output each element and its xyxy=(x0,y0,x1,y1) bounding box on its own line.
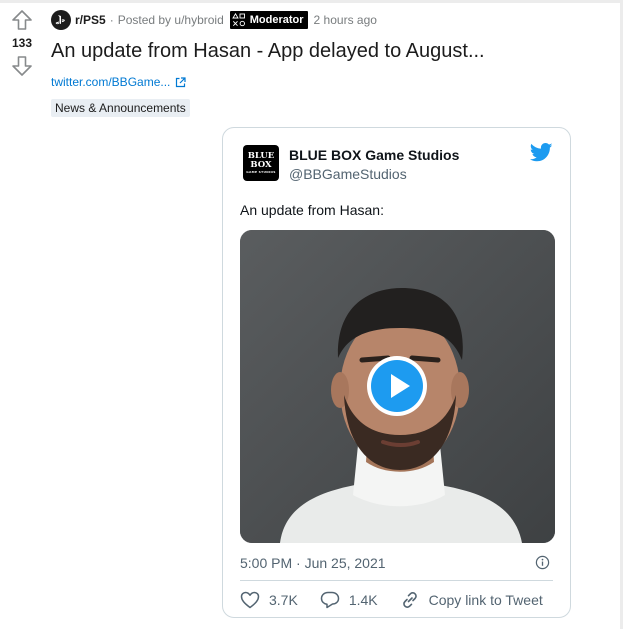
reply-button[interactable]: 1.4K xyxy=(320,591,378,609)
user-flair-badge: Moderator xyxy=(229,11,308,29)
upvote-arrow-icon[interactable] xyxy=(10,8,34,32)
post-link[interactable]: twitter.com/BBGame... xyxy=(51,75,186,89)
tweet-video[interactable] xyxy=(240,230,555,543)
meta-separator: · xyxy=(109,13,114,27)
speech-bubble-icon xyxy=(320,591,340,609)
user-flair-text: Moderator xyxy=(249,14,304,26)
post-meta: r/PS5 · Posted by u/hybroid Moderator 2 … xyxy=(51,10,377,30)
posted-by[interactable]: Posted by u/hybroid xyxy=(118,13,224,27)
tweet-embed[interactable]: BLUE BOX GAME STUDIOS BLUE BOX Game Stud… xyxy=(222,127,571,618)
post-flair[interactable]: News & Announcements xyxy=(51,99,190,117)
like-button[interactable]: 3.7K xyxy=(240,591,298,609)
link-icon xyxy=(402,592,417,608)
copy-link-button[interactable]: Copy link to Tweet xyxy=(400,591,543,609)
author-avatar[interactable]: BLUE BOX GAME STUDIOS xyxy=(243,145,279,181)
tweet-actions: 3.7K 1.4K Copy link to Tweet xyxy=(240,591,565,609)
like-count: 3.7K xyxy=(269,592,298,608)
window-top-edge xyxy=(0,0,623,3)
subreddit-name[interactable]: r/PS5 xyxy=(75,13,106,27)
tweet-timestamp[interactable]: 5:00 PM · Jun 25, 2021 xyxy=(240,555,386,571)
tweet-divider xyxy=(240,580,553,581)
tweet-text: An update from Hasan: xyxy=(240,202,384,218)
avatar-line-2: BOX xyxy=(250,160,272,170)
play-icon[interactable] xyxy=(366,355,428,417)
vote-column: 133 xyxy=(0,8,44,78)
heart-icon xyxy=(240,591,260,609)
vote-count: 133 xyxy=(11,36,33,50)
subreddit-icon[interactable] xyxy=(51,10,71,30)
post-link-text[interactable]: twitter.com/BBGame... xyxy=(51,75,170,89)
reply-count: 1.4K xyxy=(348,592,378,608)
tweet-author-name[interactable]: BLUE BOX Game Studios xyxy=(289,147,459,163)
post-time[interactable]: 2 hours ago xyxy=(314,13,377,27)
copy-link-label: Copy link to Tweet xyxy=(428,592,543,608)
twitter-bird-icon[interactable] xyxy=(530,143,553,162)
avatar-line-3: GAME STUDIOS xyxy=(246,170,276,174)
playstation-buttons-icon xyxy=(231,13,245,27)
external-link-icon[interactable] xyxy=(175,76,186,88)
playstation-logo-icon xyxy=(55,15,65,25)
info-icon[interactable] xyxy=(535,555,550,570)
downvote-arrow-icon[interactable] xyxy=(10,54,34,78)
tweet-author-handle[interactable]: @BBGameStudios xyxy=(289,166,407,182)
post-title[interactable]: An update from Hasan - App delayed to Au… xyxy=(51,40,485,63)
